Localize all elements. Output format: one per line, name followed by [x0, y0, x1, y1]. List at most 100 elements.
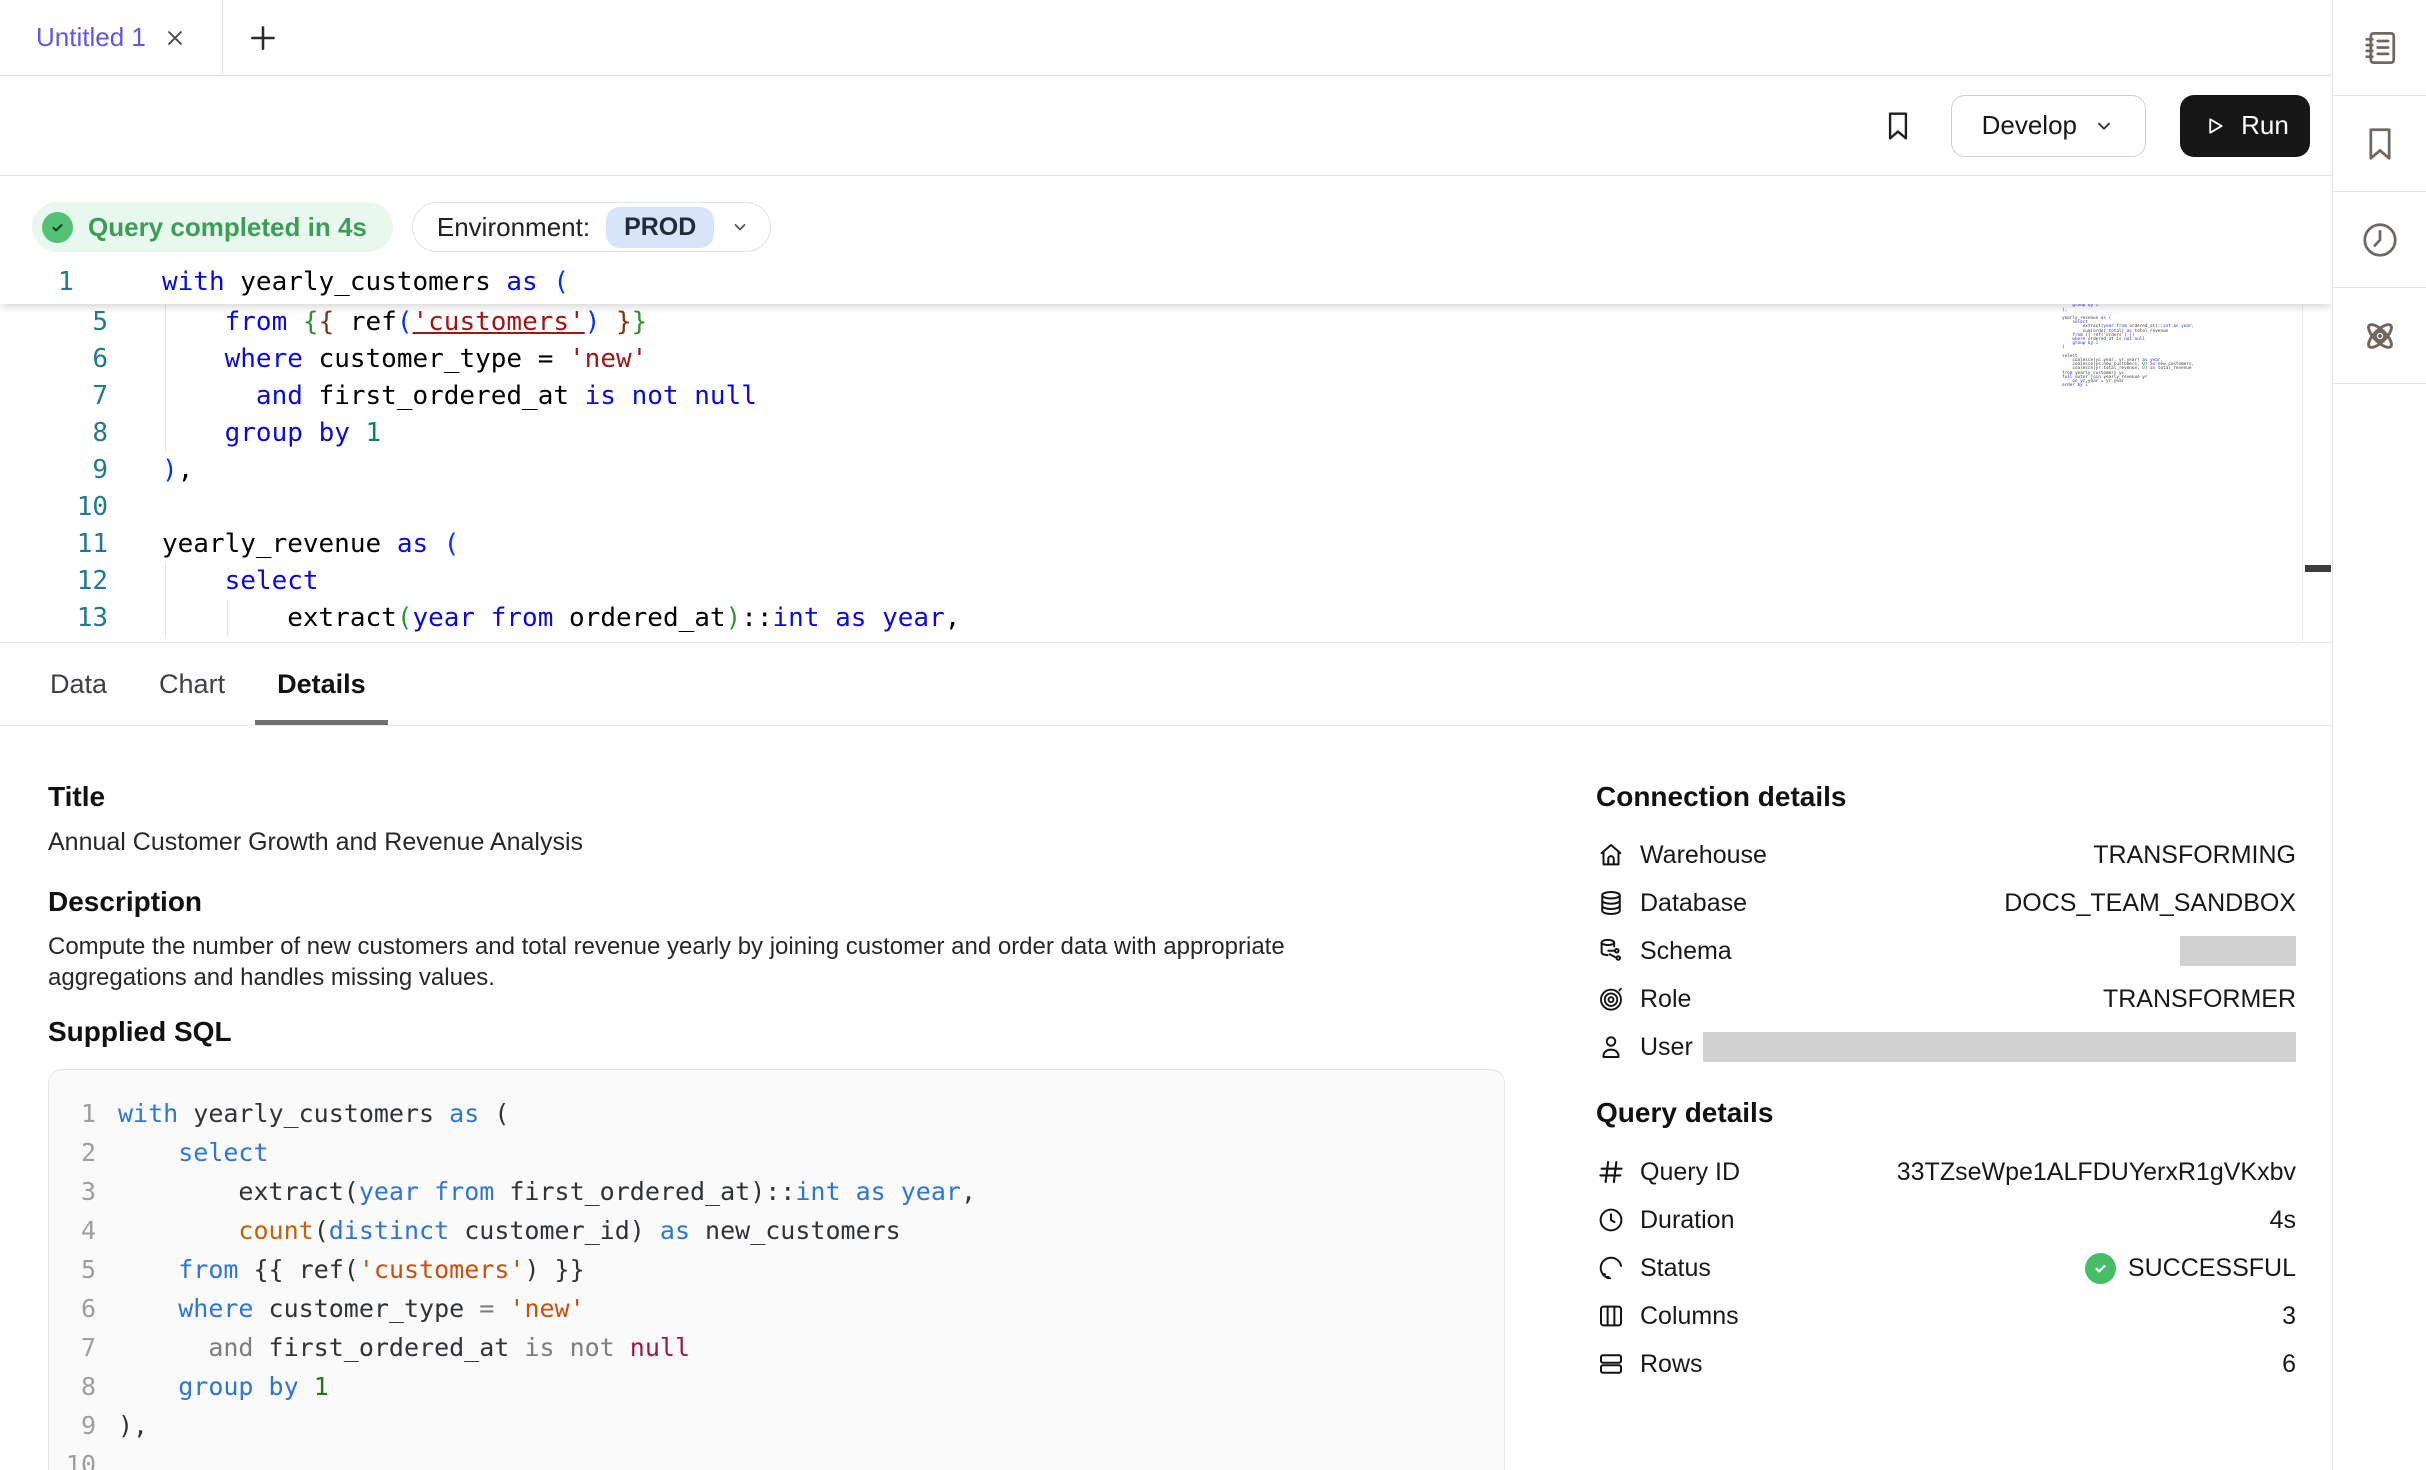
sidebar-sparkle-button[interactable]: [2333, 288, 2426, 384]
code-line: from {{ ref('customers') }}: [108, 304, 647, 341]
check-circle-icon: [2085, 1253, 2116, 1284]
hash-icon: [1596, 1157, 1626, 1187]
editor-code-row: 8 group by 1: [0, 415, 2332, 452]
redacted-value: [1703, 1032, 2296, 1062]
editor-code-row: 9),: [0, 452, 2332, 489]
columns-row: Columns3: [1596, 1292, 2296, 1340]
schema-icon: [1596, 936, 1626, 966]
indent-guide: [227, 600, 228, 637]
code-line: group by 1: [96, 1367, 329, 1406]
detail-label: Duration: [1640, 1206, 1735, 1235]
sidebar-notebook-button[interactable]: [2333, 0, 2426, 96]
query-status-badge: Query completed in 4s: [32, 202, 393, 252]
bookmark-icon: [2358, 122, 2402, 166]
code-line: count(distinct customer_id) as new_custo…: [96, 1211, 901, 1250]
details-left-column: Title Annual Customer Growth and Revenue…: [48, 782, 1505, 1470]
code-line: ),: [108, 452, 193, 489]
result-tabs: Data Chart Details: [0, 643, 2332, 726]
detail-value: TRANSFORMER: [2103, 985, 2296, 1014]
history-icon: [2358, 218, 2402, 262]
run-button[interactable]: Run: [2180, 95, 2310, 157]
tab-untitled-1[interactable]: Untitled 1: [0, 0, 223, 75]
sql-code-row: 4 count(distinct customer_id) as new_cus…: [49, 1211, 1504, 1250]
details-right-column: Connection details WarehouseTRANSFORMING…: [1596, 782, 2296, 1470]
line-number: 12: [0, 563, 108, 600]
status-badge: SUCCESSFUL: [2085, 1253, 2296, 1284]
role-icon: [1596, 984, 1626, 1014]
right-sidebar: [2332, 0, 2426, 1470]
connection-details-heading: Connection details: [1596, 782, 2296, 812]
line-number: 8: [49, 1367, 96, 1406]
sql-code-row: 5 from {{ ref('customers') }}: [49, 1250, 1504, 1289]
line-number: 1: [49, 1094, 96, 1133]
close-icon[interactable]: [162, 25, 188, 51]
connection-details-rows: WarehouseTRANSFORMINGDatabaseDOCS_TEAM_S…: [1596, 831, 2296, 1071]
indent-guide: [165, 563, 166, 637]
sql-code-row: 2 select: [49, 1133, 1504, 1172]
run-label: Run: [2241, 110, 2289, 141]
schema-row: Schema: [1596, 927, 2296, 975]
detail-label: Columns: [1640, 1302, 1739, 1331]
code-line: select: [108, 563, 319, 600]
bookmark-icon[interactable]: [1879, 107, 1917, 145]
sidebar-history-button[interactable]: [2333, 192, 2426, 288]
status-row: StatusSUCCESSFUL: [1596, 1244, 2296, 1292]
code-line: group by 1: [108, 415, 381, 452]
editor-code-row: 12 select: [0, 563, 2332, 600]
database-icon: [1596, 888, 1626, 918]
detail-label: Database: [1640, 889, 1747, 918]
play-icon: [2201, 113, 2227, 139]
tab-bar: Untitled 1: [0, 0, 2332, 76]
rows-icon: [1596, 1349, 1626, 1379]
app-window: Untitled 1 Develop Run: [0, 0, 2426, 1470]
new-tab-button[interactable]: [223, 0, 303, 75]
chevron-down-icon: [730, 217, 750, 237]
status-value: SUCCESSFUL: [2128, 1254, 2296, 1283]
supplied-sql-heading: Supplied SQL: [48, 1017, 1505, 1047]
detail-label: Schema: [1640, 937, 1732, 966]
code-line: extract(year from ordered_at)::int as ye…: [108, 600, 960, 637]
line-number: 3: [49, 1172, 96, 1211]
notebook-icon: [2358, 26, 2402, 70]
line-number: 2: [49, 1133, 96, 1172]
sql-code-row: 7 and first_ordered_at is not null: [49, 1328, 1504, 1367]
clock-icon: [1596, 1205, 1626, 1235]
columns-icon: [1596, 1301, 1626, 1331]
editor-code-row: 13 extract(year from ordered_at)::int as…: [0, 600, 2332, 637]
query-details-rows: Query ID33TZseWpe1ALFDUYerxR1gVKxbvDurat…: [1596, 1148, 2296, 1388]
code-line: with yearly_customers as (: [96, 1094, 509, 1133]
title-heading: Title: [48, 782, 1505, 812]
detail-label: User: [1640, 1033, 1693, 1062]
details-panel: Title Annual Customer Growth and Revenue…: [0, 726, 2332, 1470]
redacted-value: [2180, 936, 2296, 966]
line-number: 10: [49, 1445, 96, 1470]
detail-label: Rows: [1640, 1350, 1703, 1379]
scrollbar-thumb[interactable]: [2305, 565, 2331, 572]
minimap-line: order by 1: [2062, 384, 2240, 388]
tab-details[interactable]: Details: [275, 643, 368, 725]
indent-guide: [165, 304, 166, 452]
editor-code-row: 6 where customer_type = 'new': [0, 341, 2332, 378]
sql-code-row: 8 group by 1: [49, 1367, 1504, 1406]
sql-editor[interactable]: 1with yearly_customers as ( 5 from {{ re…: [0, 262, 2332, 643]
tab-data[interactable]: Data: [48, 643, 109, 725]
environment-selector[interactable]: Environment: PROD: [412, 202, 771, 252]
code-line: yearly_revenue as (: [108, 526, 459, 563]
line-number: 8: [0, 415, 108, 452]
sql-code-row: 10: [49, 1445, 1504, 1470]
environment-value-chip: PROD: [606, 207, 714, 248]
sidebar-bookmark-button[interactable]: [2333, 96, 2426, 192]
tab-chart[interactable]: Chart: [157, 643, 227, 725]
editor-code-row: 7 and first_ordered_at is not null: [0, 378, 2332, 415]
role-row: RoleTRANSFORMER: [1596, 975, 2296, 1023]
line-number: 5: [0, 304, 108, 341]
editor-scrollbar[interactable]: [2302, 262, 2332, 642]
line-number: 6: [49, 1289, 96, 1328]
detail-value: 4s: [2270, 1206, 2296, 1235]
line-number: 7: [0, 378, 108, 415]
sql-code-row: 3 extract(year from first_ordered_at)::i…: [49, 1172, 1504, 1211]
editor-lines: 5 from {{ ref('customers') }}6 where cus…: [0, 304, 2332, 637]
detail-value: DOCS_TEAM_SANDBOX: [2004, 889, 2296, 918]
develop-button[interactable]: Develop: [1951, 95, 2146, 157]
chevron-down-icon: [2093, 115, 2115, 137]
